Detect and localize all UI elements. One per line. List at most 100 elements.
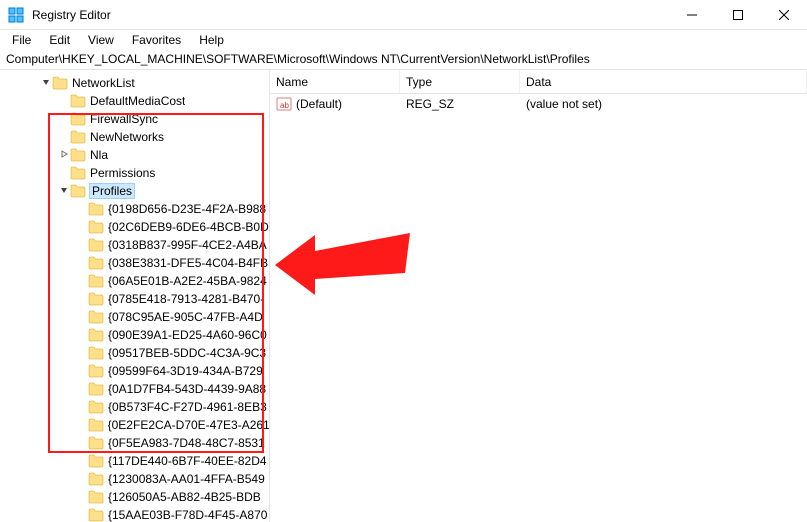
tree-item-label: {117DE440-6B7F-40EE-82D4: [108, 454, 267, 468]
folder-icon: [70, 112, 86, 126]
tree-item-label: FirewallSync: [90, 112, 158, 126]
tree-item-label: {0F5EA983-7D48-48C7-8531: [108, 436, 265, 450]
tree-item[interactable]: {0B573F4C-F27D-4961-8EB3: [0, 398, 269, 416]
tree-item-label: Profiles: [90, 184, 134, 198]
regedit-icon: [8, 7, 24, 23]
tree-item-label: {0785E418-7913-4281-B470-: [108, 292, 264, 306]
folder-icon: [88, 418, 104, 432]
list-row[interactable]: ab (Default)REG_SZ(value not set): [270, 94, 807, 114]
tree-item-label: NetworkList: [72, 76, 135, 90]
minimize-button[interactable]: [669, 0, 715, 30]
folder-icon: [88, 328, 104, 342]
tree-item[interactable]: {02C6DEB9-6DE6-4BCB-B0D: [0, 218, 269, 236]
list-pane[interactable]: Name Type Data ab (Default)REG_SZ(value n…: [270, 70, 807, 522]
value-name: (Default): [296, 97, 406, 111]
tree-item-label: {126050A5-AB82-4B25-BDB: [108, 490, 261, 504]
tree-item[interactable]: Permissions: [0, 164, 269, 182]
menu-file[interactable]: File: [4, 31, 39, 49]
chevron-right-icon[interactable]: [58, 150, 70, 160]
tree-item-label: {0E2FE2CA-D70E-47E3-A261: [108, 418, 269, 432]
folder-icon: [70, 130, 86, 144]
tree-item-label: {02C6DEB9-6DE6-4BCB-B0D: [108, 220, 269, 234]
tree-item[interactable]: {038E3831-DFE5-4C04-B4FB: [0, 254, 269, 272]
folder-icon: [52, 76, 68, 90]
tree-item[interactable]: {0318B837-995F-4CE2-A4BA: [0, 236, 269, 254]
address-path: Computer\HKEY_LOCAL_MACHINE\SOFTWARE\Mic…: [6, 52, 590, 66]
folder-icon: [88, 202, 104, 216]
folder-icon: [88, 400, 104, 414]
tree-item[interactable]: DefaultMediaCost: [0, 92, 269, 110]
menu-help[interactable]: Help: [191, 31, 232, 49]
titlebar: Registry Editor: [0, 0, 807, 30]
menu-edit[interactable]: Edit: [41, 31, 78, 49]
tree-item[interactable]: {126050A5-AB82-4B25-BDB: [0, 488, 269, 506]
chevron-down-icon[interactable]: [40, 78, 52, 88]
column-header-name[interactable]: Name: [270, 70, 400, 93]
folder-icon: [88, 472, 104, 486]
folder-icon: [88, 382, 104, 396]
svg-text:ab: ab: [280, 101, 289, 110]
folder-icon: [88, 508, 104, 522]
value-data: (value not set): [526, 97, 602, 111]
tree-item[interactable]: {0E2FE2CA-D70E-47E3-A261: [0, 416, 269, 434]
menubar: File Edit View Favorites Help: [0, 30, 807, 50]
tree-item[interactable]: {1230083A-AA01-4FFA-B549: [0, 470, 269, 488]
column-header-type[interactable]: Type: [400, 70, 520, 93]
tree-item-label: {09517BEB-5DDC-4C3A-9C3: [108, 346, 266, 360]
value-type: REG_SZ: [406, 97, 526, 111]
tree-item-label: {090E39A1-ED25-4A60-96C0: [108, 328, 267, 342]
column-header-data[interactable]: Data: [520, 70, 807, 93]
menu-favorites[interactable]: Favorites: [124, 31, 189, 49]
tree-item[interactable]: {0198D656-D23E-4F2A-B988: [0, 200, 269, 218]
tree-item[interactable]: {15AAE03B-F78D-4F45-A870: [0, 506, 269, 522]
folder-icon: [88, 436, 104, 450]
tree-item-label: {1230083A-AA01-4FFA-B549: [108, 472, 265, 486]
tree-item-label: NewNetworks: [90, 130, 164, 144]
tree-item[interactable]: {078C95AE-905C-47FB-A4D: [0, 308, 269, 326]
tree-item[interactable]: FirewallSync: [0, 110, 269, 128]
tree-item[interactable]: NewNetworks: [0, 128, 269, 146]
tree-item[interactable]: Profiles: [0, 182, 269, 200]
tree-item-label: {078C95AE-905C-47FB-A4D: [108, 310, 263, 324]
tree-item-label: DefaultMediaCost: [90, 94, 185, 108]
tree-item-label: {0B573F4C-F27D-4961-8EB3: [108, 400, 267, 414]
address-bar[interactable]: Computer\HKEY_LOCAL_MACHINE\SOFTWARE\Mic…: [0, 50, 807, 70]
tree-item[interactable]: {09517BEB-5DDC-4C3A-9C3: [0, 344, 269, 362]
tree-item[interactable]: {0A1D7FB4-543D-4439-9A88: [0, 380, 269, 398]
tree-item-label: {0A1D7FB4-543D-4439-9A88: [108, 382, 266, 396]
list-body: ab (Default)REG_SZ(value not set): [270, 94, 807, 114]
tree-item-label: Permissions: [90, 166, 155, 180]
tree-pane[interactable]: NetworkList DefaultMediaCost FirewallSync N…: [0, 70, 270, 522]
tree-item-label: {0198D656-D23E-4F2A-B988: [108, 202, 266, 216]
tree-item[interactable]: {090E39A1-ED25-4A60-96C0: [0, 326, 269, 344]
folder-icon: [88, 220, 104, 234]
tree-item[interactable]: {0F5EA983-7D48-48C7-8531: [0, 434, 269, 452]
main-area: NetworkList DefaultMediaCost FirewallSync N…: [0, 70, 807, 522]
close-button[interactable]: [761, 0, 807, 30]
folder-icon: [88, 346, 104, 360]
tree-item[interactable]: Nla: [0, 146, 269, 164]
folder-icon: [70, 184, 86, 198]
folder-icon: [88, 454, 104, 468]
menu-view[interactable]: View: [80, 31, 122, 49]
folder-icon: [88, 256, 104, 270]
tree-item[interactable]: NetworkList: [0, 74, 269, 92]
tree-item-label: {06A5E01B-A2E2-45BA-9824: [108, 274, 267, 288]
folder-icon: [88, 238, 104, 252]
folder-icon: [88, 364, 104, 378]
tree-item[interactable]: {06A5E01B-A2E2-45BA-9824: [0, 272, 269, 290]
folder-icon: [88, 490, 104, 504]
tree-item-label: {038E3831-DFE5-4C04-B4FB: [108, 256, 268, 270]
folder-icon: [70, 166, 86, 180]
tree-item[interactable]: {0785E418-7913-4281-B470-: [0, 290, 269, 308]
window-controls: [669, 0, 807, 30]
maximize-button[interactable]: [715, 0, 761, 30]
string-value-icon: ab: [276, 96, 292, 112]
folder-icon: [70, 148, 86, 162]
window-title: Registry Editor: [32, 8, 669, 22]
tree-item[interactable]: {09599F64-3D19-434A-B729: [0, 362, 269, 380]
folder-icon: [88, 310, 104, 324]
tree-item[interactable]: {117DE440-6B7F-40EE-82D4: [0, 452, 269, 470]
chevron-down-icon[interactable]: [58, 186, 70, 196]
tree-item-label: {09599F64-3D19-434A-B729: [108, 364, 263, 378]
